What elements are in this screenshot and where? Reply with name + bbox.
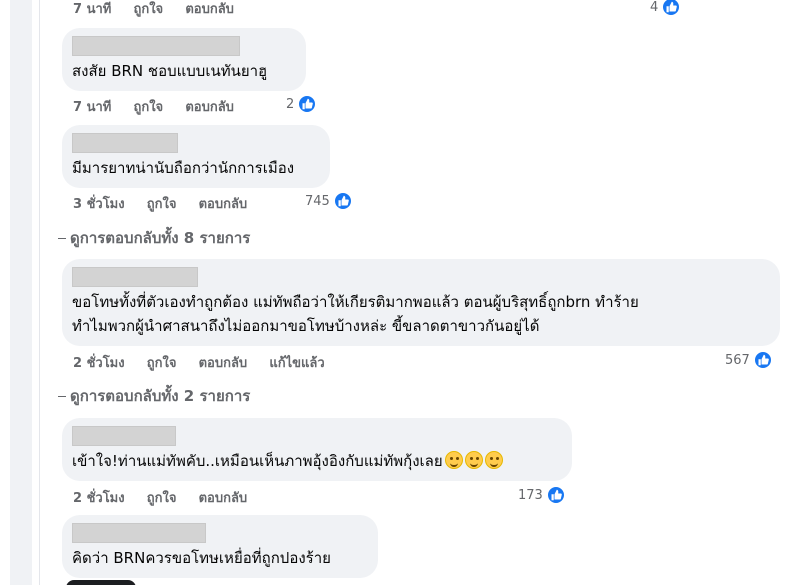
comment-text-row: เข้าใจ!ท่านแม่ทัพคับ..เหมือนเห็นภาพอุ้งอ… <box>72 449 503 473</box>
thread-line <box>0 0 40 585</box>
smiling-face-icon <box>464 451 483 469</box>
reaction-count-number: 173 <box>518 487 543 503</box>
thumbs-up-icon <box>752 350 773 370</box>
like-button[interactable]: ถูกใจ <box>147 356 177 371</box>
commenter-name-redacted[interactable] <box>72 426 176 446</box>
commenter-name-redacted[interactable] <box>72 36 240 56</box>
comment-time[interactable]: 2 ชั่วโมง <box>73 491 125 506</box>
smiling-face-icon <box>444 451 463 469</box>
view-replies-label: ดูการตอบกลับทั้ง 8 รายการ <box>70 229 251 247</box>
comment-actions: 7 นาที ถูกใจ ตอบกลับ <box>73 0 252 19</box>
reply-button[interactable]: ตอบกลับ <box>199 356 248 371</box>
view-replies-label: ดูการตอบกลับทั้ง 2 รายการ <box>70 387 251 405</box>
thumbs-up-icon <box>661 0 682 17</box>
smiling-face-icon <box>484 451 503 469</box>
comment-time[interactable]: 7 นาที <box>73 100 111 115</box>
reaction-count-number: 4 <box>650 0 659 15</box>
commenter-name-redacted[interactable] <box>72 267 198 287</box>
comment-time[interactable]: 2 ชั่วโมง <box>73 356 125 371</box>
next-comment-bubble-edge <box>66 580 136 585</box>
comment-bubble: เข้าใจ!ท่านแม่ทัพคับ..เหมือนเห็นภาพอุ้งอ… <box>62 418 572 481</box>
comment-text-line-2: ทำไมพวกผู้นำศาสนาถึงไม่ออกมาขอโทษบ้างหล่… <box>72 317 540 335</box>
reaction-count[interactable]: 2 <box>286 94 318 114</box>
comment-actions: 2 ชั่วโมง ถูกใจ ตอบกลับ แก้ไขแล้ว <box>73 352 343 373</box>
reaction-count-number: 2 <box>286 96 295 112</box>
reaction-count[interactable]: 173 <box>518 485 566 505</box>
thumbs-up-icon <box>297 94 318 114</box>
comment-text-line-1: ขอโทษทั้งที่ตัวเองทำถูกต้อง แม่ทัพถือว่า… <box>72 293 639 311</box>
comment-text: สงสัย BRN ชอบแบบเนทันยาฮู <box>72 62 268 80</box>
comment-text: มีมารยาทน่านับถือกว่านักการเมือง <box>72 159 295 177</box>
commenter-name-redacted[interactable] <box>72 523 206 543</box>
comment-time[interactable]: 3 ชั่วโมง <box>73 197 125 212</box>
like-button[interactable]: ถูกใจ <box>133 2 163 17</box>
reply-button[interactable]: ตอบกลับ <box>185 100 234 115</box>
view-replies-link[interactable]: ดูการตอบกลับทั้ง 2 รายการ <box>58 384 250 408</box>
reply-connector <box>58 237 66 239</box>
comment-actions: 7 นาที ถูกใจ ตอบกลับ <box>73 96 252 117</box>
thumbs-up-icon <box>545 485 566 505</box>
reaction-count-number: 567 <box>725 352 750 368</box>
reaction-count[interactable]: 4 <box>650 0 682 17</box>
comment-bubble: มีมารยาทน่านับถือกว่านักการเมือง <box>62 125 330 188</box>
reaction-count[interactable]: 567 <box>725 350 773 370</box>
comment-actions: 2 ชั่วโมง ถูกใจ ตอบกลับ <box>73 487 265 508</box>
like-button[interactable]: ถูกใจ <box>147 197 177 212</box>
view-replies-link[interactable]: ดูการตอบกลับทั้ง 8 รายการ <box>58 226 250 250</box>
reaction-count[interactable]: 745 <box>305 191 353 211</box>
comment-actions: 3 ชั่วโมง ถูกใจ ตอบกลับ <box>73 193 265 214</box>
comment-bubble: ขอโทษทั้งที่ตัวเองทำถูกต้อง แม่ทัพถือว่า… <box>62 259 780 346</box>
comment-text: เข้าใจ!ท่านแม่ทัพคับ..เหมือนเห็นภาพอุ้งอ… <box>72 452 443 470</box>
comment-text: คิดว่า BRNควรขอโทษเหยื่อที่ถูกปองร้าย <box>72 549 331 567</box>
reply-button[interactable]: ตอบกลับ <box>199 491 248 506</box>
reply-button[interactable]: ตอบกลับ <box>185 2 234 17</box>
reaction-count-number: 745 <box>305 193 330 209</box>
comment-bubble: คิดว่า BRNควรขอโทษเหยื่อที่ถูกปองร้าย <box>62 515 378 578</box>
thumbs-up-icon <box>332 191 353 211</box>
reply-button[interactable]: ตอบกลับ <box>199 197 248 212</box>
reply-connector <box>58 395 66 397</box>
like-button[interactable]: ถูกใจ <box>147 491 177 506</box>
edited-label: แก้ไขแล้ว <box>269 356 325 371</box>
commenter-name-redacted[interactable] <box>72 133 178 153</box>
comment-bubble: สงสัย BRN ชอบแบบเนทันยาฮู <box>62 28 306 91</box>
comment-time[interactable]: 7 นาที <box>73 2 111 17</box>
like-button[interactable]: ถูกใจ <box>133 100 163 115</box>
